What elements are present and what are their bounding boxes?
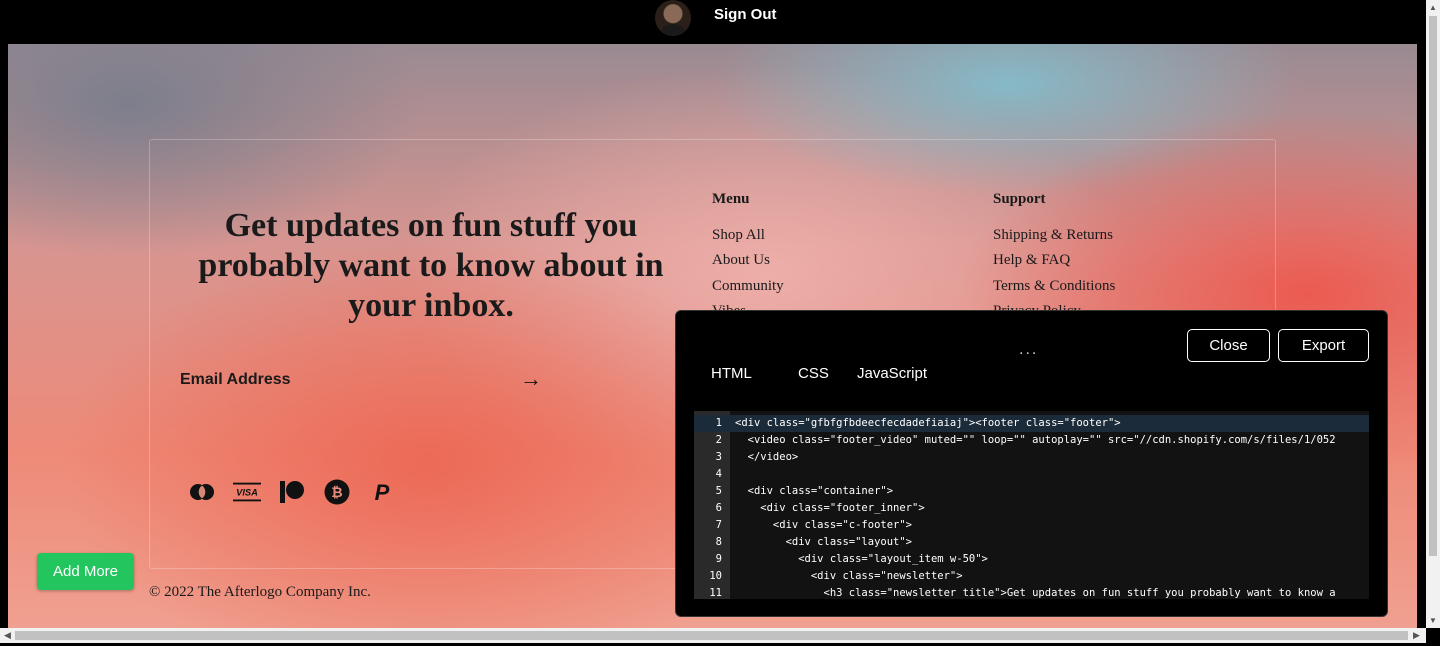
code-editor[interactable]: 1 <div class="gfbfgfbdeecfecdadefiaiaj"><…: [694, 411, 1369, 599]
svg-text:VISA: VISA: [236, 488, 258, 498]
close-button[interactable]: Close: [1187, 329, 1270, 362]
line-number: 6: [715, 502, 722, 514]
horizontal-scrollbar[interactable]: ◀ ▶: [0, 628, 1426, 643]
top-bar: Sign Out: [0, 0, 1426, 44]
payment-icons: VISA ₿ P: [188, 478, 396, 506]
line-number: 9: [715, 553, 722, 565]
drag-handle-icon[interactable]: ...: [1019, 341, 1038, 359]
sign-out-button[interactable]: Sign Out: [714, 6, 777, 23]
code-line[interactable]: 4: [694, 466, 1369, 483]
mastercard-icon: [188, 478, 216, 506]
paypal-icon: P: [368, 478, 396, 506]
code-line[interactable]: 7 <div class="c-footer">: [694, 517, 1369, 534]
code-text: <div class="newsletter">: [735, 570, 963, 582]
copyright: © 2022 The Afterlogo Company Inc.: [149, 584, 371, 600]
line-number: 10: [709, 570, 722, 582]
line-number: 3: [715, 451, 722, 463]
menu-link-shop-all[interactable]: Shop All: [712, 227, 765, 244]
code-line[interactable]: 2 <video class="footer_video" muted="" l…: [694, 432, 1369, 449]
line-number: 4: [715, 468, 722, 480]
code-line[interactable]: 9 <div class="layout_item w-50">: [694, 551, 1369, 568]
code-export-panel: ... HTML CSS JavaScript Close Export 1 <d…: [675, 310, 1388, 617]
line-number: 2: [715, 434, 722, 446]
line-number: 1: [715, 417, 722, 429]
email-field[interactable]: Email Address: [180, 371, 291, 389]
code-text: <div class="gfbfgfbdeecfecdadefiaiaj"><f…: [735, 417, 1121, 429]
code-line[interactable]: 8 <div class="layout">: [694, 534, 1369, 551]
svg-text:P: P: [375, 480, 390, 505]
code-line[interactable]: 11 <h3 class="newsletter title">Get upda…: [694, 585, 1369, 599]
scroll-down-icon[interactable]: ▼: [1429, 616, 1437, 625]
code-text: <div class="layout">: [735, 536, 913, 548]
code-line[interactable]: 6 <div class="footer_inner">: [694, 500, 1369, 517]
code-text: <div class="container">: [735, 485, 894, 497]
code-line[interactable]: 1 <div class="gfbfgfbdeecfecdadefiaiaj"><…: [694, 415, 1369, 432]
export-button[interactable]: Export: [1278, 329, 1369, 362]
menu-link-about-us[interactable]: About Us: [712, 252, 770, 269]
code-line[interactable]: 5 <div class="container">: [694, 483, 1369, 500]
code-text: <div class="layout_item w-50">: [735, 553, 988, 565]
scroll-right-icon[interactable]: ▶: [1413, 630, 1420, 641]
line-number: 7: [715, 519, 722, 531]
code-text: <div class="footer_inner">: [735, 502, 925, 514]
newsletter-title: Get updates on fun stuff you probably wa…: [198, 207, 664, 324]
vertical-scrollbar[interactable]: ▲ ▼: [1426, 0, 1440, 628]
bitcoin-icon: ₿: [323, 478, 351, 506]
horizontal-scroll-thumb[interactable]: [15, 631, 1408, 640]
vertical-scroll-thumb[interactable]: [1429, 16, 1437, 556]
code-line[interactable]: 10 <div class="newsletter">: [694, 568, 1369, 585]
line-number: 5: [715, 485, 722, 497]
tab-html[interactable]: HTML: [711, 365, 752, 382]
add-more-button[interactable]: Add More: [37, 553, 134, 590]
code-text: <video class="footer_video" muted="" loo…: [735, 434, 1336, 446]
support-link-help[interactable]: Help & FAQ: [993, 252, 1070, 269]
visa-icon: VISA: [233, 478, 261, 506]
code-text: </video>: [735, 451, 799, 463]
code-line[interactable]: 3 </video>: [694, 449, 1369, 466]
code-text: <h3 class="newsletter title">Get updates…: [735, 587, 1336, 599]
patreon-icon: [278, 478, 306, 506]
menu-title: Menu: [712, 191, 750, 207]
line-number: 8: [715, 536, 722, 548]
avatar[interactable]: [655, 0, 691, 36]
code-text: <div class="c-footer">: [735, 519, 913, 531]
svg-text:₿: ₿: [331, 485, 342, 501]
scroll-left-icon[interactable]: ◀: [4, 630, 11, 641]
line-number: 11: [709, 587, 722, 599]
tab-javascript[interactable]: JavaScript: [857, 365, 927, 382]
submit-arrow-icon[interactable]: →: [520, 366, 542, 392]
scroll-up-icon[interactable]: ▲: [1429, 3, 1437, 12]
support-link-shipping[interactable]: Shipping & Returns: [993, 227, 1113, 244]
tab-css[interactable]: CSS: [798, 365, 829, 382]
support-title: Support: [993, 191, 1046, 207]
support-link-terms[interactable]: Terms & Conditions: [993, 278, 1115, 295]
menu-link-community[interactable]: Community: [712, 278, 784, 295]
